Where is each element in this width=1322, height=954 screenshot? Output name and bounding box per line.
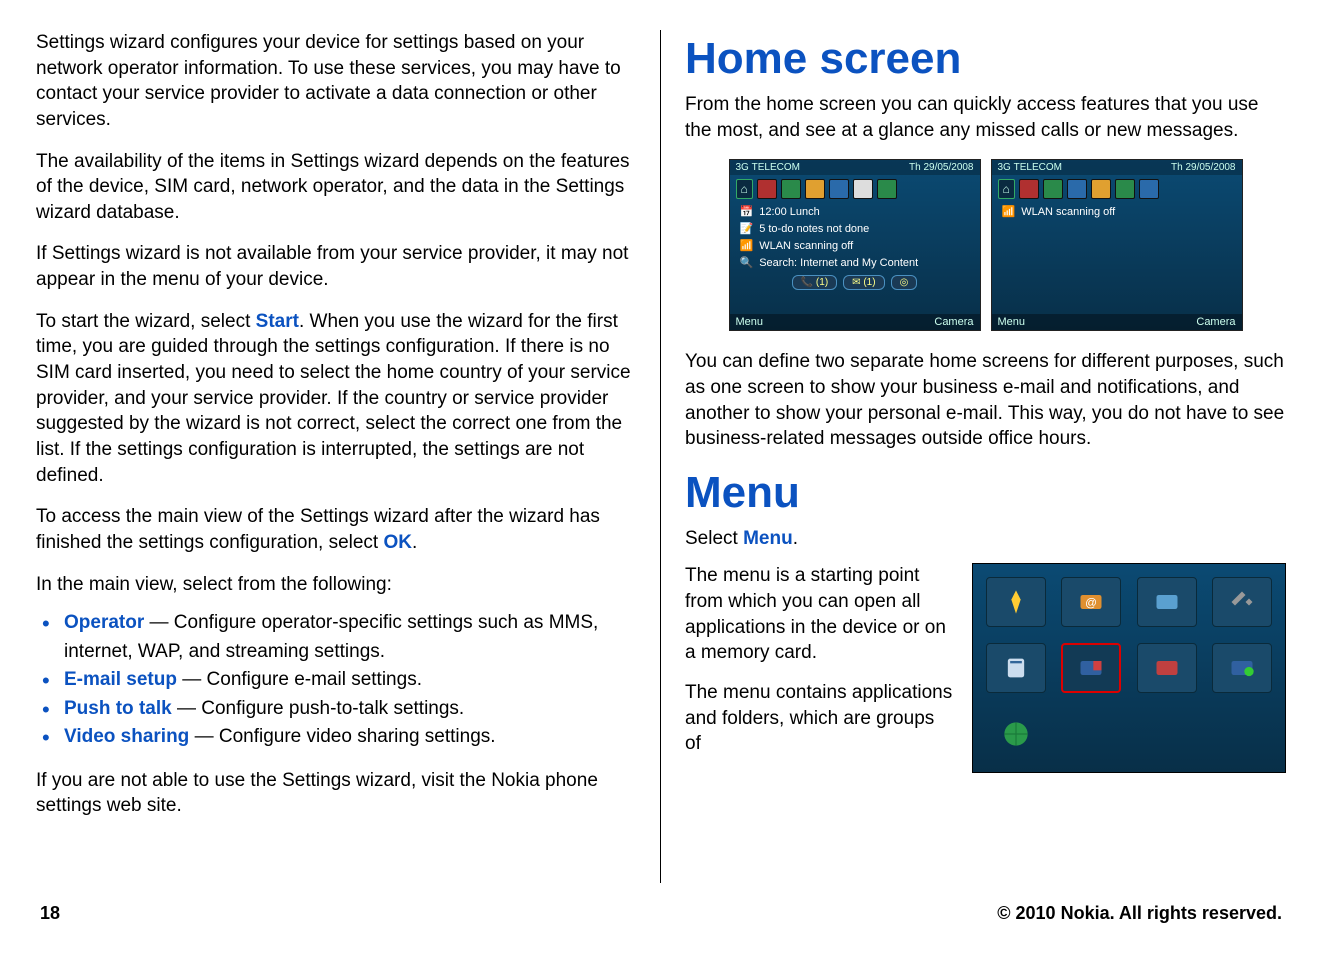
line-lunch: 12:00 Lunch: [759, 206, 820, 218]
push-to-talk-term: Push to talk: [64, 698, 172, 719]
email-setup-term: E-mail setup: [64, 669, 177, 690]
operator-label: TELECOM: [1014, 162, 1062, 173]
message-chip: ✉ (1): [843, 275, 884, 290]
menu-icon-selected: [1061, 643, 1121, 693]
options-list: Operator — Configure operator-specific s…: [42, 609, 642, 752]
option-operator: Operator — Configure operator-specific s…: [42, 609, 642, 666]
page-number: 18: [40, 903, 60, 924]
phone-screenshot-a: 3G TELECOM Th 29/05/2008 ⌂ 📅12:00 Lunch …: [729, 159, 981, 331]
menu-term: Menu: [743, 528, 793, 549]
text-fragment: To start the wizard, select: [36, 311, 256, 332]
left-column: Settings wizard configures your device f…: [30, 30, 661, 883]
main-view-select-paragraph: In the main view, select from the follow…: [36, 572, 642, 598]
shortcut-tile: [1091, 179, 1111, 199]
shortcut-tile: [1043, 179, 1063, 199]
calendar-icon: 📅: [740, 205, 754, 218]
missed-call-chip: 📞 (1): [792, 275, 837, 290]
shortcut-tile: [829, 179, 849, 199]
page-footer: 18 © 2010 Nokia. All rights reserved.: [30, 883, 1292, 954]
fallback-paragraph: If you are not able to use the Settings …: [36, 768, 642, 819]
voicemail-chip: ◎: [891, 275, 918, 290]
softkey-right: Camera: [934, 316, 973, 328]
home-screen-define-paragraph: You can define two separate home screens…: [685, 349, 1286, 452]
option-desc: — Configure video sharing settings.: [189, 726, 495, 747]
menu-icon: [986, 643, 1046, 693]
two-column-layout: Settings wizard configures your device f…: [30, 30, 1292, 883]
menu-icon: [1212, 643, 1272, 693]
option-email-setup: E-mail setup — Configure e-mail settings…: [42, 666, 642, 695]
settings-intro-paragraph: Settings wizard configures your device f…: [36, 30, 642, 133]
right-column: Home screen From the home screen you can…: [661, 30, 1292, 883]
shortcut-tile: [1115, 179, 1135, 199]
text-fragment: .: [793, 528, 798, 549]
start-term: Start: [256, 311, 299, 332]
option-desc: — Configure push-to-talk settings.: [172, 698, 465, 719]
option-push-to-talk: Push to talk — Configure push-to-talk se…: [42, 695, 642, 724]
date-label: Th 29/05/2008: [909, 162, 974, 173]
shortcut-tile: [877, 179, 897, 199]
operator-label: TELECOM: [752, 162, 800, 173]
softkey-left: Menu: [736, 316, 764, 328]
settings-availability-paragraph: The availability of the items in Setting…: [36, 149, 642, 226]
phone-screenshot-b: 3G TELECOM Th 29/05/2008 ⌂ 📶 WLAN scannin…: [991, 159, 1243, 331]
menu-starting-point-paragraph: The menu is a starting point from which …: [685, 563, 954, 666]
shortcut-tile: [781, 179, 801, 199]
line-wlan-b: WLAN scanning off: [1021, 206, 1115, 218]
menu-heading: Menu: [685, 468, 1286, 518]
option-desc: — Configure e-mail settings.: [177, 669, 422, 690]
option-desc: — Configure operator-specific settings s…: [64, 612, 598, 662]
search-icon: 🔍: [740, 256, 754, 269]
text-fragment: . When you use the wizard for the first …: [36, 311, 631, 486]
wlan-icon: 📶: [740, 239, 754, 252]
line-todo: 5 to-do notes not done: [759, 223, 869, 235]
line-search: Search: Internet and My Content: [759, 257, 918, 269]
option-video-sharing: Video sharing — Configure video sharing …: [42, 723, 642, 752]
shortcut-tile: [1139, 179, 1159, 199]
shortcut-tile: [805, 179, 825, 199]
ok-term: OK: [383, 532, 412, 553]
svg-text:@: @: [1085, 597, 1097, 610]
operator-term: Operator: [64, 612, 144, 633]
access-main-view-paragraph: To access the main view of the Settings …: [36, 504, 642, 555]
home-arrow-icon: ⌂: [998, 179, 1015, 199]
home-arrow-icon: ⌂: [736, 179, 753, 199]
menu-icon-globe: [986, 709, 1046, 759]
shortcut-tile: [853, 179, 873, 199]
menu-icon: @: [1061, 577, 1121, 627]
shortcut-tile: [1067, 179, 1087, 199]
menu-icon: [986, 577, 1046, 627]
menu-row: The menu is a starting point from which …: [685, 563, 1286, 773]
menu-icon: [1137, 577, 1197, 627]
net-indicator: 3G: [736, 162, 749, 173]
menu-contains-paragraph: The menu contains applications and folde…: [685, 680, 954, 757]
home-screen-intro: From the home screen you can quickly acc…: [685, 92, 1286, 143]
wlan-icon: 📶: [1002, 205, 1016, 218]
menu-text-column: The menu is a starting point from which …: [685, 563, 954, 770]
shortcut-tile: [1019, 179, 1039, 199]
date-label: Th 29/05/2008: [1171, 162, 1236, 173]
menu-icon: [1137, 643, 1197, 693]
text-fragment: Select: [685, 528, 743, 549]
menu-icon: [1212, 577, 1272, 627]
menu-grid-illustration: @: [972, 563, 1286, 773]
softkey-left: Menu: [998, 316, 1026, 328]
text-fragment: To access the main view of the Settings …: [36, 506, 600, 553]
copyright-text: © 2010 Nokia. All rights reserved.: [997, 903, 1282, 924]
todo-icon: 📝: [740, 222, 754, 235]
page: Settings wizard configures your device f…: [0, 0, 1322, 954]
home-screen-illustration-row: 3G TELECOM Th 29/05/2008 ⌂ 📅12:00 Lunch …: [685, 159, 1286, 331]
text-fragment: .: [412, 532, 417, 553]
video-sharing-term: Video sharing: [64, 726, 189, 747]
home-screen-heading: Home screen: [685, 34, 1286, 84]
start-wizard-paragraph: To start the wizard, select Start. When …: [36, 309, 642, 488]
select-menu-line: Select Menu.: [685, 526, 1286, 552]
shortcut-tile: [757, 179, 777, 199]
settings-unavailable-paragraph: If Settings wizard is not available from…: [36, 241, 642, 292]
net-indicator: 3G: [998, 162, 1011, 173]
line-wlan: WLAN scanning off: [759, 240, 853, 252]
softkey-right: Camera: [1196, 316, 1235, 328]
